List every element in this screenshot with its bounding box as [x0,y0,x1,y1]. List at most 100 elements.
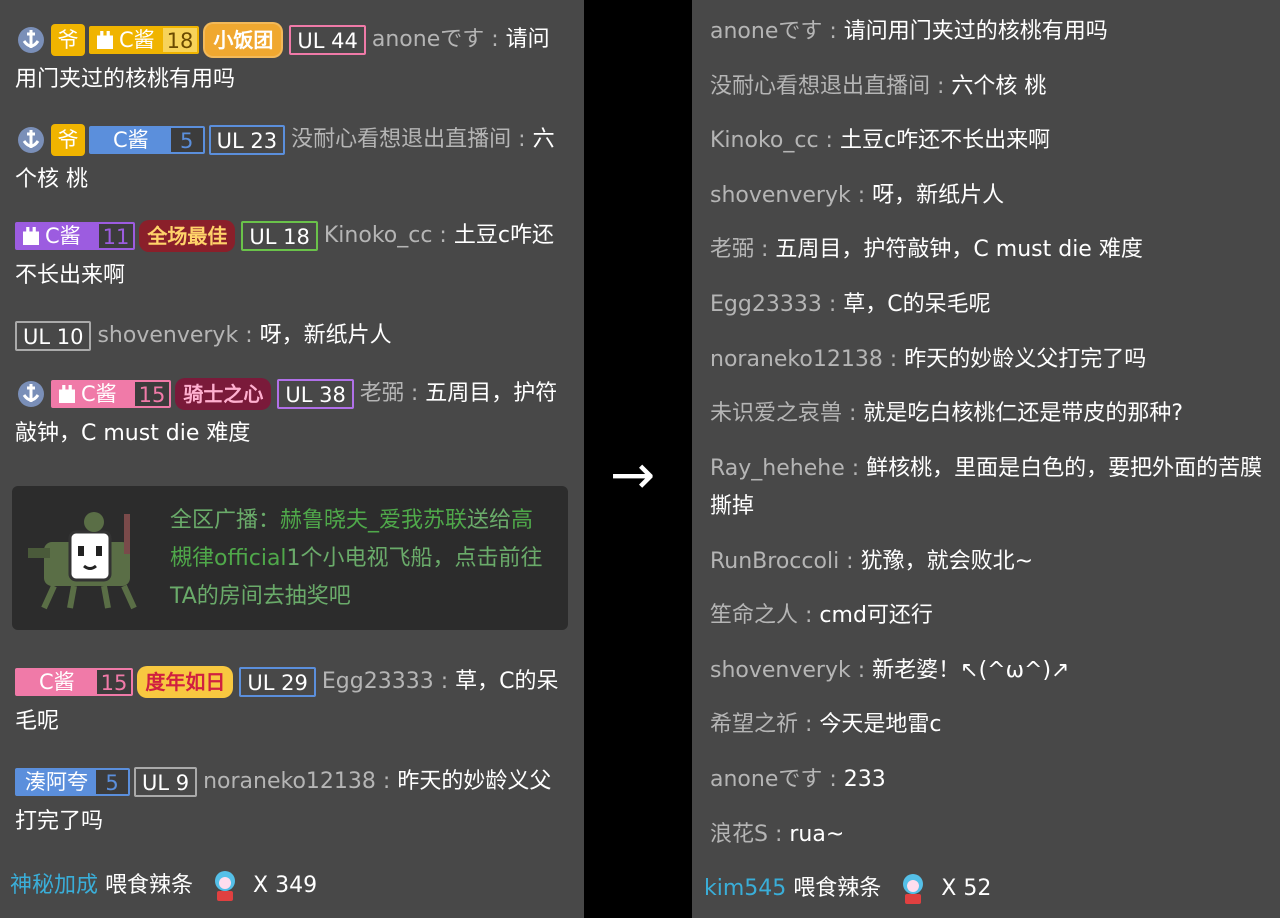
title-badge: 全场最佳 [139,220,236,252]
gift-action: 喂食辣条 [793,876,882,901]
latiao-gift-icon [215,871,236,901]
title-badge: 度年如日 [137,666,234,698]
user-level-badge: UL 18 [241,221,318,251]
chat-message: noraneko12138 : 昨天的妙龄义父打完了吗 [710,341,1265,379]
fan-medal[interactable]: C酱 15 [51,380,172,408]
chat-message: UL 10 shovenveryk : 呀，新纸片人 [15,316,570,356]
fan-medal-level: 5 [96,770,128,794]
ye-badge-icon: 爷 [51,124,85,156]
chat-username[interactable]: shovenveryk : [97,323,259,348]
title-badge: 小饭团 [203,22,284,58]
chat-text: 呀，新纸片人 [872,183,1005,208]
fan-medal-name: C酱 [81,382,117,406]
fan-medal-level: 15 [134,382,170,406]
chat-message: 爷 C酱 5 UL 23 没耐心看想退出直播间 : 六个核 桃 [15,120,570,200]
castle-icon [97,31,113,49]
anchor-captain-icon [15,24,47,56]
chat-username[interactable]: 笙命之人 : [710,603,819,628]
chat-message: 未识爱之哀兽 : 就是吃白核桃仁还是带皮的那种? [710,395,1265,433]
gift-notice: 神秘加成 喂食辣条 X 349 [10,869,317,903]
chat-text: 昨天的妙龄义父打完了吗 [904,347,1147,372]
fan-medal-name: C酱 [45,224,81,248]
chat-message: 笙命之人 : cmd可还行 [710,597,1265,635]
chat-username[interactable]: Ray_hehehe : [710,456,866,481]
chat-username[interactable]: RunBroccoli : [710,549,861,574]
chat-username[interactable]: shovenveryk : [710,658,872,683]
chat-username[interactable]: shovenveryk : [710,183,872,208]
chat-text: 就是吃白核桃仁还是带皮的那种? [863,401,1184,426]
chat-username[interactable]: 未识爱之哀兽 : [710,401,863,426]
user-level-badge: UL 44 [289,25,366,55]
chat-username[interactable]: 希望之祈 : [710,712,819,737]
fan-medal-level: 18 [162,28,198,52]
fan-medal-name: C酱 [113,128,149,152]
chat-username[interactable]: 老弼 : [360,381,425,406]
chat-message: anoneです : 请问用门夹过的核桃有用吗 [710,13,1265,51]
castle-icon [23,227,39,245]
chat-text: rua~ [789,822,845,847]
fan-medal-level: 15 [96,670,132,694]
chat-username[interactable]: 没耐心看想退出直播间 : [291,127,532,152]
chat-text: 新老婆！↖(^ω^)↗ [872,658,1070,683]
chat-message: C酱 11 全场最佳 UL 18 Kinoko_cc : 土豆c咋还不长出来啊 [15,216,570,296]
fan-medal-name: C酱 [39,670,75,694]
chat-username[interactable]: 没耐心看想退出直播间 : [710,74,951,99]
gift-count: X 52 [941,876,992,901]
chat-username[interactable]: anoneです : [710,767,844,792]
chat-text: 今天是地雷c [819,712,942,737]
chat-username[interactable]: Kinoko_cc : [324,223,454,248]
chat-text: 土豆c咋还不长出来啊 [839,128,1051,153]
chat-text: 犹豫，就会败北~ [860,549,1034,574]
broadcast-sender[interactable]: 赫鲁晓夫_爱我苏联 [280,508,467,533]
robot-ship-icon [24,504,150,614]
chat-message: 湊阿夸 5 UL 9 noraneko12138 : 昨天的妙龄义父打完了吗 [15,762,570,842]
chat-text: cmd可还行 [819,603,933,628]
chat-message: 爷 C酱 18 小饭团 UL 44 anoneです : 请问用门夹过的核桃有用吗 [15,20,570,100]
chat-username[interactable]: 浪花S : [710,822,789,847]
chat-username[interactable]: Egg23333 : [322,669,455,694]
chat-message: Ray_hehehe : 鲜核桃，里面是白色的，要把外面的苦膜撕掉 [710,450,1265,526]
arrow-right-icon: → [610,443,656,506]
fan-medal-level: 5 [170,128,203,152]
chat-username[interactable]: noraneko12138 : [710,347,904,372]
chat-message: C酱 15 度年如日 UL 29 Egg23333 : 草，C的呆毛呢 [15,662,570,742]
chat-message: Kinoko_cc : 土豆c咋还不长出来啊 [710,122,1265,160]
chat-message: shovenveryk : 呀，新纸片人 [710,177,1265,215]
chat-username[interactable]: anoneです : [710,19,844,44]
chat-text: 五周目，护符敲钟，C must die 难度 [775,237,1143,262]
chat-username[interactable]: Egg23333 : [710,292,843,317]
chat-username[interactable]: Kinoko_cc : [710,128,840,153]
anchor-captain-icon [15,124,47,156]
chat-text: 233 [843,767,886,792]
user-level-badge: UL 23 [208,125,286,155]
fan-medal[interactable]: C酱 11 [15,222,136,250]
user-level-badge: UL 10 [15,321,92,351]
chat-username[interactable]: anoneです : [372,27,506,52]
chat-username[interactable]: 老弼 : [710,237,775,262]
ye-badge-icon: 爷 [51,24,85,56]
fan-medal[interactable]: C酱 15 [15,668,134,696]
gift-giver[interactable]: 神秘加成 [10,873,98,898]
anchor-captain-icon [15,378,47,410]
user-level-badge: UL 29 [239,667,316,697]
fan-medal[interactable]: C酱 5 [89,126,205,154]
user-level-badge: UL 38 [277,379,354,409]
fan-medal[interactable]: 湊阿夸 5 [15,768,130,796]
castle-icon [59,385,75,403]
chat-username[interactable]: noraneko12138 : [203,769,397,794]
chat-text: 请问用门夹过的核桃有用吗 [843,19,1108,44]
right-chat-panel: anoneです : 请问用门夹过的核桃有用吗 没耐心看想退出直播间 : 六个核 … [692,0,1280,918]
chat-message: shovenveryk : 新老婆！↖(^ω^)↗ [710,652,1265,690]
broadcast-text: 全区广播：赫鲁晓夫_爱我苏联送给高槻律official1个小电视飞船，点击前往T… [170,508,543,609]
fan-medal-level: 11 [98,224,134,248]
latiao-gift-icon [903,874,924,904]
gift-giver[interactable]: kim545 [704,876,786,901]
fan-medal-name: 湊阿夸 [25,770,88,794]
fan-medal[interactable]: C酱 18 [89,26,200,54]
chat-message: anoneです : 233 [710,761,1265,799]
fan-medal-name: C酱 [119,28,155,52]
chat-message: 老弼 : 五周目，护符敲钟，C must die 难度 [710,231,1265,269]
system-broadcast[interactable]: 全区广播：赫鲁晓夫_爱我苏联送给高槻律official1个小电视飞船，点击前往T… [12,486,568,630]
gift-count: X 349 [253,873,318,898]
chat-message: 浪花S : rua~ [710,816,1265,854]
